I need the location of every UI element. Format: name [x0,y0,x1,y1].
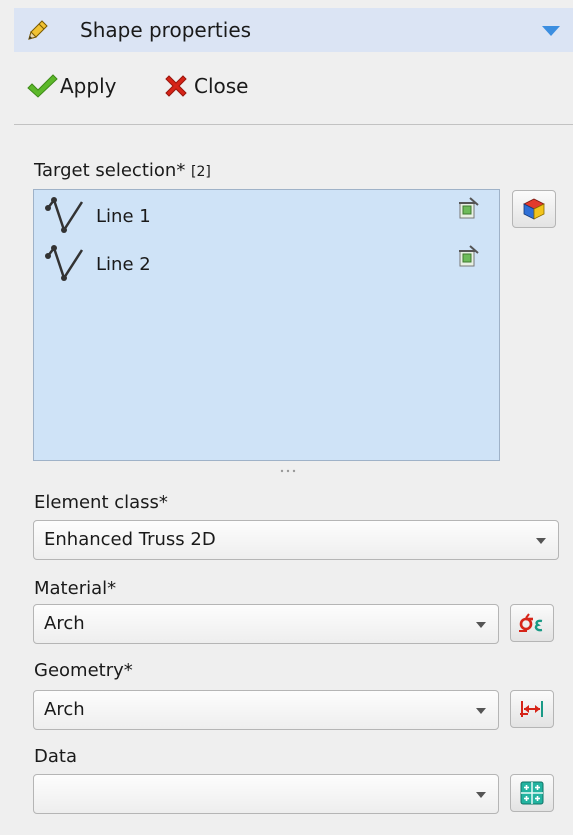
material-editor-button[interactable] [510,604,554,642]
data-editor-button[interactable] [510,774,554,812]
target-selection-label: Target selection* [2] [34,160,211,183]
panel-title: Shape properties [80,18,252,42]
material-value: Arch [44,613,85,634]
target-selection-count: [2] [191,164,211,180]
data-select[interactable] [33,774,499,814]
close-button[interactable]: Close [162,69,248,103]
remove-item-icon[interactable] [456,196,480,220]
target-selection-list[interactable]: Line 1 Line 2 [33,189,500,461]
pencil-icon [28,20,48,40]
resize-grip-icon[interactable] [276,468,300,474]
chevron-down-icon [536,538,546,544]
cube-icon [523,198,545,220]
dimension-arrows-icon [520,701,543,717]
remove-item-icon[interactable] [456,244,480,268]
collapse-arrow-icon[interactable] [540,24,562,38]
geometry-value: Arch [44,699,85,720]
list-item[interactable]: Line 2 [42,242,482,286]
geometry-editor-button[interactable] [510,690,554,728]
list-item-label: Line 1 [96,205,151,227]
chevron-down-icon [476,622,486,628]
toolbar-divider [14,124,573,125]
element-class-select[interactable]: Enhanced Truss 2D [33,520,559,560]
list-item-label: Line 2 [96,253,151,275]
line-icon [45,245,84,281]
checkmark-icon [27,74,58,98]
target-selection-label-text: Target selection* [34,160,186,181]
panel-header[interactable]: Shape properties [14,8,573,52]
data-grid-icon [520,781,544,805]
data-label: Data [34,746,77,767]
apply-button[interactable]: Apply [26,69,116,103]
apply-label: Apply [60,74,117,98]
chevron-down-icon [476,792,486,798]
close-x-icon [165,75,187,97]
element-class-value: Enhanced Truss 2D [44,529,216,550]
select-from-view-button[interactable] [512,190,556,228]
element-class-label: Element class* [34,492,168,513]
list-item[interactable]: Line 1 [42,194,482,238]
material-label: Material* [34,578,117,599]
chevron-down-icon [476,708,486,714]
close-label: Close [194,74,249,98]
material-sigma-epsilon-icon [519,613,543,632]
line-icon [45,197,84,233]
geometry-label: Geometry* [34,660,133,681]
geometry-select[interactable]: Arch [33,690,499,730]
material-select[interactable]: Arch [33,604,499,644]
